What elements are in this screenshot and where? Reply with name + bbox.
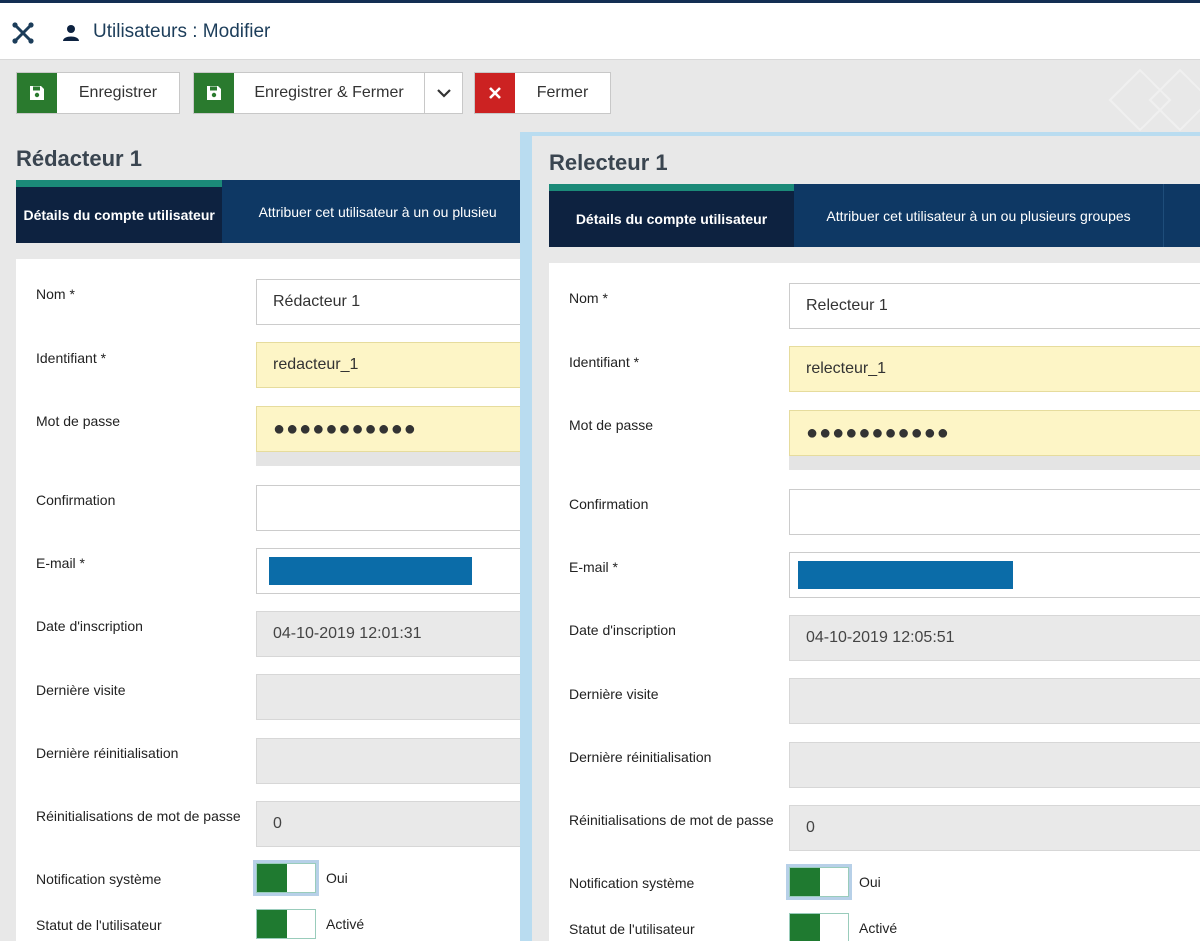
status-value: Activé — [326, 916, 365, 932]
label-statut: Statut de l'utilisateur — [36, 917, 162, 933]
notification-value: Oui — [859, 874, 881, 890]
tab-assign-groups[interactable]: Attribuer cet utilisateur à un ou plusie… — [794, 184, 1164, 247]
label-nom: Nom * — [569, 290, 608, 306]
registration-date-field: 04-10-2019 12:05:51 — [789, 615, 1200, 661]
label-reinit-count: Réinitialisations de mot de passe — [36, 808, 241, 824]
email-field[interactable] — [789, 552, 1200, 598]
label-derniere-visite: Dernière visite — [569, 686, 659, 702]
save-button-label: Enregistrer — [78, 84, 158, 101]
password-strength-meter — [789, 456, 1200, 470]
label-derniere-reinit: Dernière réinitialisation — [569, 749, 712, 765]
floppy-disk-icon — [17, 73, 57, 113]
save-options-dropdown[interactable] — [424, 72, 463, 114]
user-panel-right: Relecteur 1 Détails du compte utilisateu… — [520, 132, 1200, 941]
password-confirm-field[interactable] — [256, 485, 534, 531]
label-email: E-mail * — [569, 559, 619, 575]
registration-date-field: 04-10-2019 12:01:31 — [256, 611, 534, 657]
label-date-inscription: Date d'inscription — [36, 618, 143, 634]
reset-count-field: 0 — [256, 801, 534, 847]
user-panel-left: Rédacteur 1 Détails du compte utilisateu… — [0, 136, 534, 941]
email-field[interactable] — [256, 548, 534, 594]
last-visit-field — [256, 674, 534, 720]
label-confirmation: Confirmation — [569, 496, 649, 512]
background-pattern — [1108, 68, 1200, 132]
name-field[interactable]: Rédacteur 1 — [256, 279, 534, 325]
save-button[interactable]: Enregistrer — [16, 72, 180, 114]
user-icon — [63, 25, 79, 41]
password-field[interactable]: ●●●●●●●●●●● — [256, 406, 534, 452]
reset-count-field: 0 — [789, 805, 1200, 851]
username-field[interactable]: redacteur_1 — [256, 342, 534, 388]
label-confirmation: Confirmation — [36, 492, 116, 508]
label-derniere-visite: Dernière visite — [36, 682, 126, 698]
close-button-label: Fermer — [536, 84, 589, 101]
name-field[interactable]: Relecteur 1 — [789, 283, 1200, 329]
tab-bar: Détails du compte utilisateur Attribuer … — [16, 180, 534, 243]
tab-bar: Détails du compte utilisateur Attribuer … — [549, 184, 1200, 247]
label-notification: Notification système — [36, 871, 162, 887]
status-value: Activé — [859, 920, 898, 936]
status-toggle[interactable] — [789, 913, 849, 941]
label-identifiant: Identifiant * — [36, 350, 107, 366]
notification-value: Oui — [326, 870, 348, 886]
last-visit-field — [789, 678, 1200, 724]
password-strength-meter — [256, 452, 534, 466]
redacted-email — [798, 561, 1013, 589]
redacted-email — [269, 557, 472, 585]
label-password: Mot de passe — [36, 413, 121, 429]
user-name-heading: Relecteur 1 — [549, 150, 668, 175]
tab-account-details[interactable]: Détails du compte utilisateur — [549, 184, 794, 247]
tab-assign-groups[interactable]: Attribuer cet utilisateur à un ou plusie… — [222, 180, 534, 243]
save-close-button[interactable]: Enregistrer & Fermer — [193, 72, 425, 114]
status-toggle[interactable] — [256, 909, 316, 939]
chevron-down-icon — [436, 89, 451, 98]
account-form: Nom * Rédacteur 1 Identifiant * redacteu… — [16, 259, 534, 941]
label-notification: Notification système — [569, 875, 695, 891]
notification-toggle[interactable] — [786, 864, 852, 900]
label-password: Mot de passe — [569, 417, 654, 433]
label-email: E-mail * — [36, 555, 86, 571]
password-confirm-field[interactable] — [789, 489, 1200, 535]
close-button[interactable]: Fermer — [474, 72, 611, 114]
last-reset-field — [789, 742, 1200, 788]
save-close-button-label: Enregistrer & Fermer — [254, 84, 404, 101]
password-field[interactable]: ●●●●●●●●●●● — [789, 410, 1200, 456]
tab-account-details[interactable]: Détails du compte utilisateur — [16, 180, 223, 243]
label-reinit-count: Réinitialisations de mot de passe — [569, 812, 774, 828]
page-title: Utilisateurs : Modifier — [93, 21, 271, 42]
account-form: Nom * Relecteur 1 Identifiant * relecteu… — [549, 263, 1200, 941]
label-nom: Nom * — [36, 286, 75, 302]
label-derniere-reinit: Dernière réinitialisation — [36, 745, 179, 761]
top-bar: Utilisateurs : Modifier — [0, 0, 1200, 60]
last-reset-field — [256, 738, 534, 784]
username-field[interactable]: relecteur_1 — [789, 346, 1200, 392]
floppy-disk-icon — [194, 73, 234, 113]
close-icon — [475, 73, 515, 113]
label-statut: Statut de l'utilisateur — [569, 921, 695, 937]
label-identifiant: Identifiant * — [569, 354, 640, 370]
joomla-icon[interactable] — [11, 21, 35, 45]
user-name-heading: Rédacteur 1 — [16, 146, 142, 171]
notification-toggle[interactable] — [253, 860, 319, 896]
label-date-inscription: Date d'inscription — [569, 622, 676, 638]
